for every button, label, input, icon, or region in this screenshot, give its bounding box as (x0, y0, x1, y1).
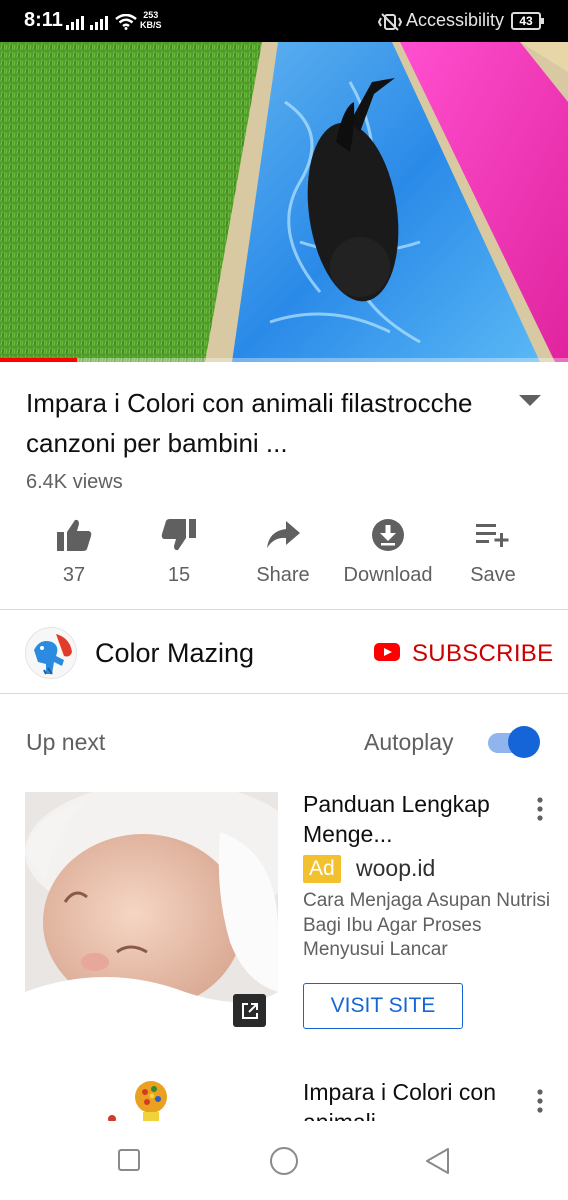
next-video-title[interactable]: Impara i Colori con animali (303, 1077, 518, 1121)
subscribe-button[interactable]: SUBSCRIBE (374, 640, 553, 668)
ad-domain: woop.id (356, 855, 436, 881)
view-count: 6.4K views (26, 471, 123, 493)
video-player[interactable] (0, 42, 568, 362)
share-label: Share (256, 564, 310, 586)
youtube-logo-icon (374, 642, 400, 666)
share-button[interactable]: Share (228, 514, 338, 587)
autoplay-label: Autoplay (364, 729, 454, 755)
recents-icon[interactable] (117, 1148, 141, 1177)
share-icon (228, 514, 338, 556)
autoplay-toggle[interactable] (486, 726, 540, 758)
playlist-add-icon (438, 514, 548, 556)
visit-site-button[interactable]: VISIT SITE (303, 983, 463, 1029)
video-title[interactable]: Impara i Colori con animali filastrocche… (26, 383, 496, 463)
thumbs-up-icon (19, 514, 129, 556)
ad-description: Cara Menjaga Asupan Nutrisi Bagi Ibu Aga… (303, 890, 551, 960)
channel-avatar[interactable] (25, 627, 77, 679)
video-frame (0, 42, 568, 362)
status-time: 8:11 (24, 9, 63, 31)
home-icon[interactable] (269, 1146, 299, 1181)
save-button[interactable]: Save (438, 514, 548, 587)
channel-name[interactable]: Color Mazing (95, 638, 254, 669)
vibrate-icon (377, 13, 403, 36)
divider (0, 609, 568, 610)
system-nav-bar (0, 1121, 568, 1200)
more-vert-icon[interactable] (536, 797, 544, 826)
download-button[interactable]: Download (333, 514, 443, 587)
divider (0, 693, 568, 694)
subscribe-label: SUBSCRIBE (412, 640, 554, 667)
network-speed-value: 253 (143, 10, 159, 20)
more-vert-icon[interactable] (536, 1089, 544, 1118)
dislike-button[interactable]: 15 (124, 514, 234, 587)
network-speed: 253 KB/S (140, 10, 162, 30)
toggle-knob (508, 726, 540, 758)
chevron-down-icon[interactable] (519, 394, 541, 412)
external-link-icon (233, 994, 266, 1027)
accessibility-label: Accessibility (406, 10, 505, 30)
up-next-heading: Up next (26, 729, 106, 755)
download-label: Download (343, 564, 433, 586)
ad-title[interactable]: Panduan Lengkap Menge... (303, 789, 518, 849)
download-icon (333, 514, 443, 556)
wifi-icon (115, 13, 137, 35)
video-progress-bar[interactable] (0, 358, 568, 362)
dislike-count: 15 (167, 564, 191, 586)
like-button[interactable]: 37 (19, 514, 129, 587)
network-speed-unit: KB/S (140, 20, 162, 30)
like-count: 37 (62, 564, 86, 586)
battery-icon: 43 (511, 12, 544, 30)
ad-badge: Ad (303, 855, 341, 883)
back-icon[interactable] (425, 1147, 451, 1180)
video-progress-fill (0, 358, 77, 362)
save-label: Save (470, 564, 516, 586)
video-actions: 37 15 Share Download Save (0, 514, 568, 594)
signal-icon (66, 14, 108, 30)
status-bar: 8:11 253 KB/S Accessibility 43 (0, 0, 568, 42)
ad-thumbnail[interactable] (25, 792, 278, 1038)
thumbs-down-icon (124, 514, 234, 556)
